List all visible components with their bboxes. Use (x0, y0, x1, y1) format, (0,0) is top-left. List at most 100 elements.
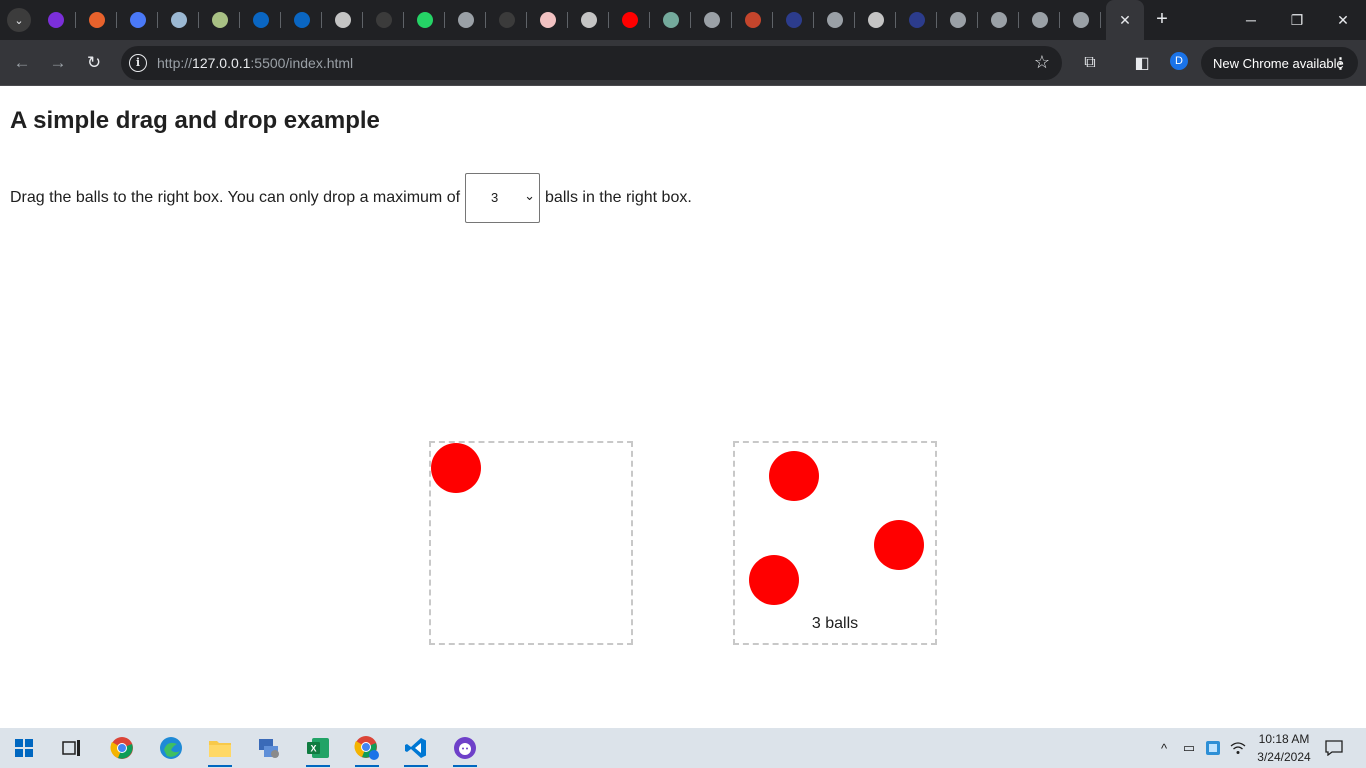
bookmark-star-icon[interactable]: ☆ (1034, 52, 1050, 73)
youtube-icon (622, 12, 638, 28)
instruction-text-before: Drag the balls to the right box. You can… (10, 189, 461, 206)
tab-separator (75, 12, 76, 28)
draggable-ball[interactable] (874, 520, 924, 570)
globe-icon (581, 12, 597, 28)
reload-button[interactable]: ↻ (82, 51, 106, 75)
circle-icon (458, 12, 474, 28)
notification-icon[interactable] (1320, 728, 1348, 768)
whatsapp-icon (417, 12, 433, 28)
task-view-icon[interactable] (48, 728, 96, 768)
show-hidden-icons-icon[interactable]: ^ (1156, 728, 1172, 768)
edge-icon[interactable] (147, 728, 195, 768)
file-explorer-icon[interactable] (196, 728, 244, 768)
browser-tab[interactable] (1020, 8, 1060, 32)
tab-separator (403, 12, 404, 28)
tab-separator (1059, 12, 1060, 28)
url-text[interactable]: http://127.0.0.1:5500/index.html (157, 55, 353, 71)
network-status-icon[interactable] (1204, 728, 1222, 768)
browser-tab[interactable] (159, 8, 199, 32)
active-tab[interactable]: ✕ (1106, 0, 1144, 40)
browser-tab[interactable] (979, 8, 1019, 32)
browser-tab[interactable] (1061, 8, 1101, 32)
tab-separator (854, 12, 855, 28)
extensions-icon[interactable]: ⧉ (1078, 51, 1102, 75)
profile-avatar[interactable]: D (1170, 52, 1188, 70)
tab-separator (895, 12, 896, 28)
browser-tab[interactable] (897, 8, 937, 32)
update-chrome-button[interactable]: New Chrome available ⋮ (1201, 47, 1358, 79)
excel-icon[interactable]: X (294, 728, 342, 768)
close-window-button[interactable]: ✕ (1320, 0, 1366, 40)
tab-separator (690, 12, 691, 28)
globe-icon (950, 12, 966, 28)
browser-tab[interactable] (733, 8, 773, 32)
browser-tab[interactable] (856, 8, 896, 32)
instruction-text-after: balls in the right box. (545, 189, 692, 206)
browser-tab[interactable] (610, 8, 650, 32)
crown-icon (786, 12, 802, 28)
back-button[interactable]: ← (10, 51, 34, 75)
browser-tab[interactable] (323, 8, 363, 32)
site-info-icon[interactable]: i (129, 54, 147, 72)
browser-tab[interactable] (774, 8, 814, 32)
tab-separator (977, 12, 978, 28)
browser-tab[interactable] (118, 8, 158, 32)
tab-search-button[interactable]: ⌄ (7, 8, 31, 32)
browser-tab[interactable] (36, 8, 76, 32)
network-app-icon[interactable] (245, 728, 293, 768)
chrome-menu-icon[interactable]: ⋮ (1333, 54, 1348, 72)
tab-separator (1100, 12, 1101, 28)
browser-tab[interactable] (405, 8, 445, 32)
browser-tab[interactable] (241, 8, 281, 32)
chrome-profile-icon[interactable] (343, 728, 391, 768)
github-icon (376, 12, 392, 28)
browser-tab[interactable] (282, 8, 322, 32)
tab-separator (485, 12, 486, 28)
image-icon (540, 12, 556, 28)
page-content: A simple drag and drop example Drag the … (0, 87, 1366, 728)
instructions: Drag the balls to the right box. You can… (10, 173, 692, 223)
browser-tab[interactable] (528, 8, 568, 32)
browser-tab[interactable] (651, 8, 691, 32)
restore-button[interactable]: ❐ (1274, 0, 1320, 40)
max-balls-select[interactable]: 3 ⌄ (465, 173, 541, 223)
clock-time: 10:18 AM (1258, 732, 1310, 746)
draggable-ball[interactable] (431, 443, 481, 493)
browser-tab[interactable] (446, 8, 486, 32)
browser-tab[interactable] (200, 8, 240, 32)
clock-date: 3/24/2024 (1257, 750, 1311, 764)
active-indicator (355, 765, 379, 767)
browser-tab[interactable] (815, 8, 855, 32)
browser-tab[interactable] (938, 8, 978, 32)
chrome-icon[interactable] (98, 728, 146, 768)
draggable-ball[interactable] (769, 451, 819, 501)
tab-separator (362, 12, 363, 28)
browser-tab[interactable] (364, 8, 404, 32)
close-tab-icon[interactable]: ✕ (1119, 12, 1131, 29)
circle-icon (827, 12, 843, 28)
side-panel-icon[interactable]: ◧ (1130, 51, 1154, 75)
windows-start-icon[interactable] (0, 728, 48, 768)
globe-icon (171, 12, 187, 28)
minimize-button[interactable]: ─ (1228, 0, 1274, 40)
linkedin-icon (253, 12, 269, 28)
browser-tab[interactable] (77, 8, 117, 32)
vscode-icon[interactable] (392, 728, 440, 768)
browser-tab[interactable] (692, 8, 732, 32)
forward-button[interactable]: → (46, 51, 70, 75)
github-desktop-icon[interactable] (441, 728, 489, 768)
address-bar[interactable]: i http://127.0.0.1:5500/index.html ☆ (121, 46, 1062, 80)
active-indicator (453, 765, 477, 767)
system-clock[interactable]: 10:18 AM 3/24/2024 (1250, 730, 1318, 766)
left-drop-box[interactable] (429, 441, 633, 645)
chatgpt-icon (663, 12, 679, 28)
mail-icon (48, 12, 64, 28)
browser-tab[interactable] (569, 8, 609, 32)
browser-tab[interactable] (487, 8, 527, 32)
tab-separator (813, 12, 814, 28)
right-drop-box[interactable]: 3 balls (733, 441, 937, 645)
wifi-icon[interactable] (1228, 728, 1248, 768)
battery-icon[interactable]: ▭ (1180, 728, 1198, 768)
new-tab-button[interactable]: + (1150, 8, 1174, 32)
draggable-ball[interactable] (749, 555, 799, 605)
